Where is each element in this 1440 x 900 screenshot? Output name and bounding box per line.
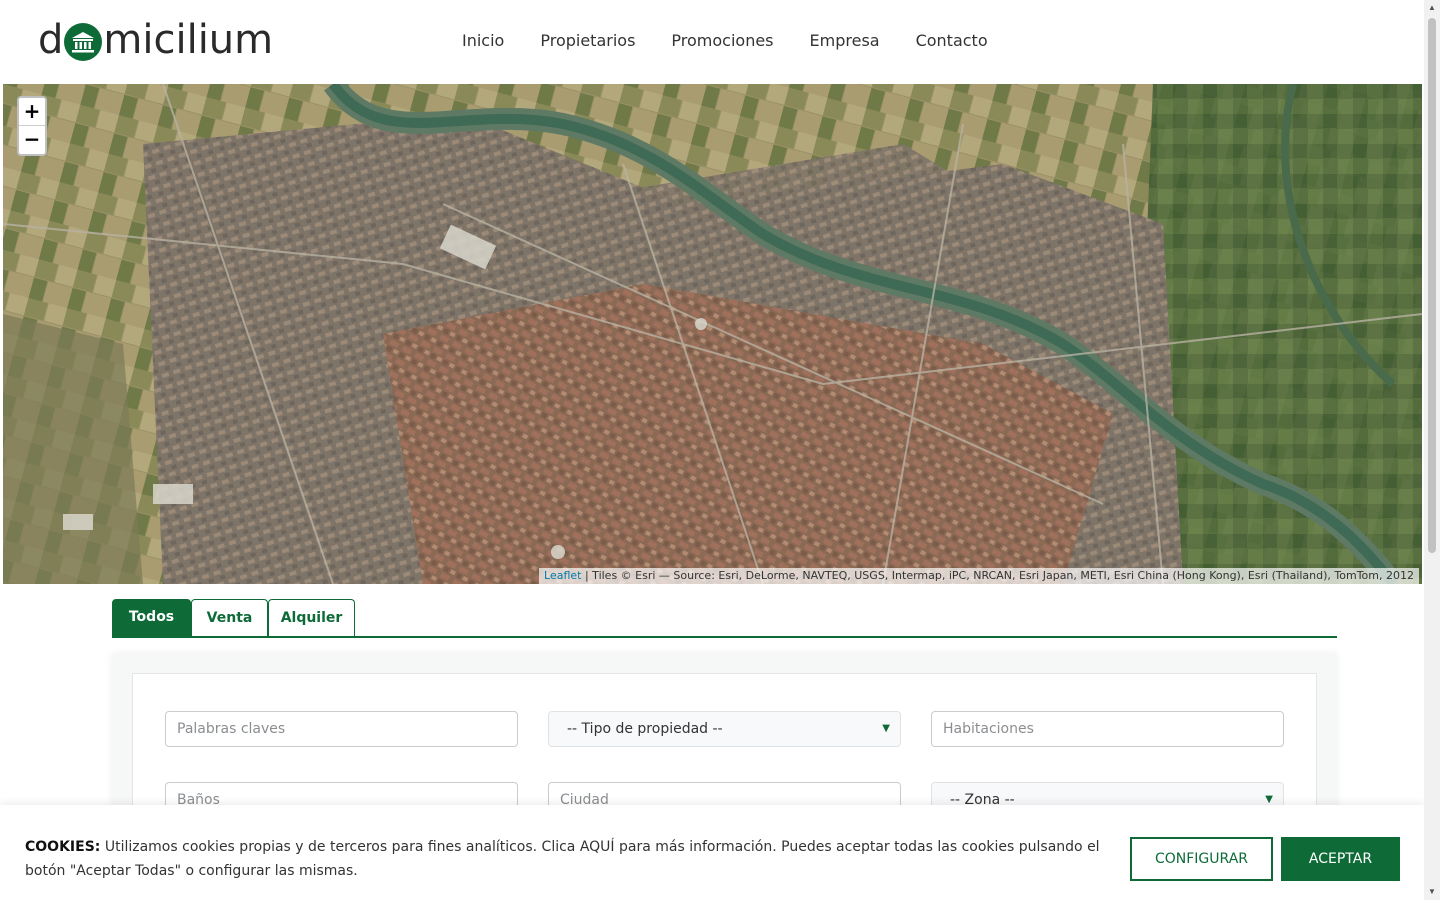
- property-type-value: -- Tipo de propiedad --: [567, 721, 723, 737]
- cookie-text: Utilizamos cookies propias y de terceros…: [25, 839, 1100, 879]
- nav-propietarios[interactable]: Propietarios: [522, 28, 653, 54]
- page: d micilium Inicio Propietarios Promocion…: [0, 0, 1440, 900]
- tab-todos[interactable]: Todos: [112, 599, 191, 636]
- site-header: d micilium Inicio Propietarios Promocion…: [0, 0, 1424, 84]
- satellite-map-image: [3, 84, 1422, 584]
- map-attribution: Leaflet | Tiles © Esri — Source: Esri, D…: [539, 568, 1419, 584]
- bank-icon: [64, 23, 103, 61]
- zoom-in-button[interactable]: +: [19, 98, 45, 126]
- scrollbar-thumb[interactable]: [1428, 18, 1436, 553]
- keywords-input[interactable]: Palabras claves: [165, 711, 518, 747]
- leaflet-link[interactable]: Leaflet: [544, 569, 581, 582]
- scroll-down-icon[interactable]: ▼: [1424, 884, 1440, 900]
- nav-contacto[interactable]: Contacto: [898, 28, 1006, 54]
- nav-inicio[interactable]: Inicio: [444, 28, 522, 54]
- page-scrollbar[interactable]: ▲ ▼: [1424, 0, 1440, 900]
- attribution-text: | Tiles © Esri — Source: Esri, DeLorme, …: [581, 569, 1414, 582]
- accept-button[interactable]: ACEPTAR: [1281, 837, 1400, 881]
- logo-prefix: d: [38, 17, 64, 63]
- property-type-select[interactable]: -- Tipo de propiedad -- ▼: [548, 711, 901, 747]
- tab-alquiler[interactable]: Alquiler: [268, 599, 355, 636]
- cookie-message: COOKIES: Utilizamos cookies propias y de…: [25, 835, 1115, 883]
- logo-suffix: micilium: [103, 17, 274, 63]
- zoom-controls: + −: [17, 96, 47, 156]
- satellite-map[interactable]: + − Leaflet | Tiles © Esri — Source: Esr…: [3, 84, 1422, 584]
- tab-venta[interactable]: Venta: [191, 599, 268, 636]
- cookie-label: COOKIES:: [25, 839, 101, 855]
- nav-promociones[interactable]: Promociones: [653, 28, 791, 54]
- cookie-banner: COOKIES: Utilizamos cookies propias y de…: [0, 805, 1424, 900]
- nav-empresa[interactable]: Empresa: [792, 28, 898, 54]
- configure-button[interactable]: CONFIGURAR: [1130, 837, 1273, 881]
- scroll-up-icon[interactable]: ▲: [1424, 0, 1440, 16]
- main-nav: Inicio Propietarios Promociones Empresa …: [444, 28, 1006, 54]
- chevron-down-icon: ▼: [882, 723, 890, 734]
- zoom-out-button[interactable]: −: [19, 126, 45, 154]
- listing-tabs: Todos Venta Alquiler: [112, 599, 1337, 638]
- logo[interactable]: d micilium: [38, 16, 273, 64]
- rooms-input[interactable]: Habitaciones: [931, 711, 1284, 747]
